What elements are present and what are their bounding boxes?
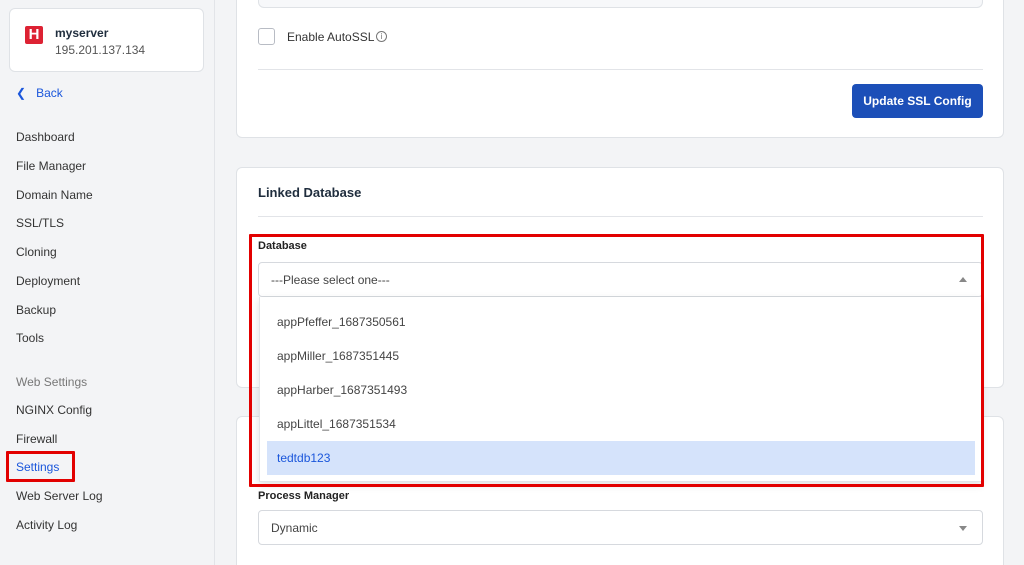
server-card[interactable]: H myserver 195.201.137.134 <box>9 8 204 72</box>
database-select[interactable]: ---Please select one--- <box>258 262 983 297</box>
database-dropdown-list: appPfeffer_1687350561 appMiller_16873514… <box>259 297 982 482</box>
linked-database-title: Linked Database <box>258 185 362 200</box>
ssl-field-bottom-edge <box>258 0 983 8</box>
chevron-left-icon: ❮ <box>16 86 27 100</box>
database-option[interactable]: appHarber_1687351493 <box>267 373 975 407</box>
database-label: Database <box>258 240 307 252</box>
sidebar-item-activity-log[interactable]: Activity Log <box>16 518 77 532</box>
sidebar: H myserver 195.201.137.134 ❮ Back Dashboa… <box>0 0 215 565</box>
database-option[interactable]: appMiller_1687351445 <box>267 339 975 373</box>
autossl-label: Enable AutoSSL <box>287 30 375 44</box>
database-option-highlighted[interactable]: tedtdb123 <box>267 441 975 475</box>
database-select-value: ---Please select one--- <box>271 273 390 287</box>
update-ssl-config-button[interactable]: Update SSL Config <box>852 84 983 118</box>
sidebar-item-firewall[interactable]: Firewall <box>16 432 57 446</box>
sidebar-item-domain-name[interactable]: Domain Name <box>16 188 93 202</box>
sidebar-item-web-server-log[interactable]: Web Server Log <box>16 489 103 503</box>
ssl-divider <box>258 69 983 70</box>
server-name: myserver <box>55 26 109 40</box>
sidebar-item-backup[interactable]: Backup <box>16 303 56 317</box>
sidebar-item-dashboard[interactable]: Dashboard <box>16 130 75 144</box>
sidebar-item-file-manager[interactable]: File Manager <box>16 159 86 173</box>
caret-up-icon <box>959 277 967 282</box>
sidebar-item-deployment[interactable]: Deployment <box>16 274 80 288</box>
sidebar-item-nginx-config[interactable]: NGINX Config <box>16 403 92 417</box>
back-link[interactable]: ❮ Back <box>16 86 63 100</box>
sidebar-item-ssl-tls[interactable]: SSL/TLS <box>16 216 64 230</box>
autossl-checkbox[interactable] <box>258 28 275 45</box>
info-icon[interactable]: i <box>376 31 387 42</box>
sidebar-item-cloning[interactable]: Cloning <box>16 245 57 259</box>
web-settings-heading: Web Settings <box>16 375 88 389</box>
server-logo: H <box>25 26 43 44</box>
sidebar-item-settings[interactable]: Settings <box>16 460 59 474</box>
sidebar-item-tools[interactable]: Tools <box>16 331 44 345</box>
server-ip: 195.201.137.134 <box>55 43 146 57</box>
database-option[interactable]: appPfeffer_1687350561 <box>267 305 975 339</box>
back-label: Back <box>36 86 63 100</box>
linked-database-divider <box>258 216 983 217</box>
process-manager-select[interactable]: Dynamic <box>258 510 983 545</box>
process-manager-label: Process Manager <box>258 490 350 502</box>
caret-down-icon <box>959 526 967 531</box>
database-option[interactable]: appLittel_1687351534 <box>267 407 975 441</box>
process-manager-value: Dynamic <box>271 521 318 535</box>
